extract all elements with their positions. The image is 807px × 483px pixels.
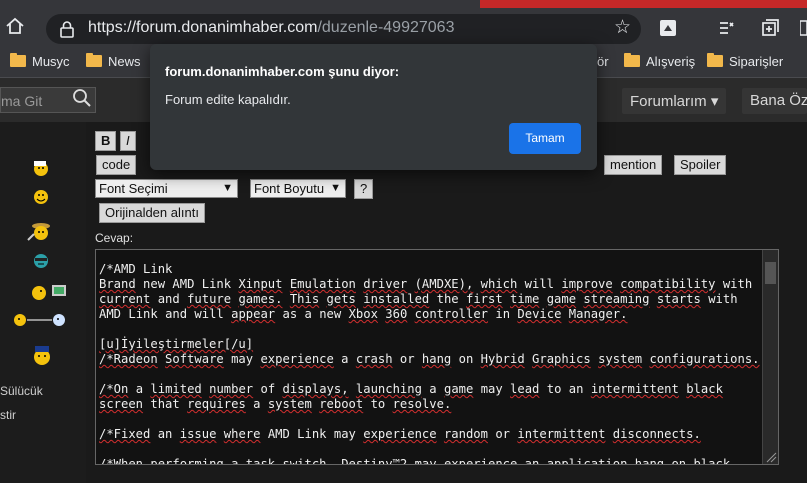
more-menu-icon[interactable] — [799, 18, 807, 38]
text-line: /*On a limited number of displays, launc… — [99, 382, 723, 396]
folder-icon — [10, 53, 26, 67]
sidebar-text-2[interactable]: stir — [0, 408, 16, 422]
code-button[interactable]: code — [96, 155, 137, 175]
message-textarea[interactable]: /*AMD Link Brand new AMD Link Xinput Emul… — [95, 249, 779, 465]
search-icon[interactable] — [72, 88, 92, 108]
bookmark-siparisler[interactable]: Siparişler — [707, 53, 784, 69]
bookmark-label: Siparişler — [729, 54, 784, 69]
help-button[interactable]: ? — [354, 179, 374, 199]
star-icon[interactable]: ☆ — [614, 18, 634, 38]
browser-toolbar: https://forum.donanimhaber.com/duzenle-4… — [0, 0, 807, 46]
text-line — [99, 322, 760, 337]
bookmark-alisveris[interactable]: Alışveriş — [624, 53, 696, 69]
folder-icon — [707, 53, 723, 67]
url-host: https://forum.donanimhaber.com — [88, 19, 318, 36]
sidebar-text-1[interactable]: Sülücük — [0, 384, 43, 398]
collections-icon[interactable] — [760, 18, 780, 38]
url-text[interactable]: https://forum.donanimhaber.com/duzenle-4… — [88, 19, 454, 37]
bookmark-label: Alışveriş — [646, 54, 696, 69]
message-text: /*AMD Link Brand new AMD Link Xinput Emul… — [99, 262, 760, 465]
answer-label: Cevap: — [95, 231, 134, 245]
text-line: current and future games. This gets inst… — [99, 292, 738, 306]
bookmark-musyc[interactable]: Musyc — [10, 53, 70, 69]
font-size-value: Font Boyutu — [254, 181, 325, 196]
font-size-select[interactable]: Font Boyutu ▼ — [250, 179, 346, 198]
text-line: /*When performing a task switch, Destiny… — [99, 457, 731, 465]
smiley-police-icon[interactable] — [30, 342, 54, 368]
bold-button[interactable]: B — [95, 131, 117, 151]
extension-icon[interactable] — [658, 18, 678, 38]
bookmark-label: ör — [597, 54, 609, 69]
home-icon[interactable] — [4, 15, 28, 39]
smiley-computer-icon[interactable] — [30, 282, 70, 304]
mention-button[interactable]: mention — [604, 155, 663, 175]
text-line: screen that requires a system reboot to … — [99, 397, 452, 411]
font-select[interactable]: Font Seçimi ▼ — [95, 179, 238, 198]
smiley-panel: Sülücük stir — [0, 122, 86, 483]
smiley-icon[interactable] — [30, 186, 52, 208]
smiley-fight-icon[interactable] — [12, 310, 68, 332]
post-editor: B I code mention Spoiler Font Seçimi ▼ Fo… — [86, 122, 807, 483]
bookmark-label: News — [108, 54, 141, 69]
textarea-scrollbar[interactable] — [762, 250, 778, 464]
smiley-cowboy-icon[interactable] — [26, 220, 50, 242]
alert-dialog: forum.donanimhaber.com şunu diyor: Forum… — [150, 44, 597, 170]
lock-icon[interactable] — [58, 20, 76, 38]
bookmark-label: Musyc — [32, 54, 70, 69]
text-line: /*Fixed an issue where AMD Link may expe… — [99, 427, 701, 441]
text-line: /*AMD Link — [99, 262, 173, 276]
chevron-down-icon: ▼ — [222, 182, 233, 194]
text-line — [99, 412, 760, 427]
text-line: [u]İyileştirmeler[/u] — [99, 337, 254, 351]
nav-forumlarim[interactable]: Forumlarım ▾ — [622, 88, 727, 114]
smiley-icon[interactable] — [30, 158, 52, 180]
address-bar[interactable]: https://forum.donanimhaber.com/duzenle-4… — [46, 14, 641, 44]
chevron-down-icon: ▼ — [330, 182, 341, 194]
scrollbar-thumb[interactable] — [765, 262, 776, 284]
search-placeholder: ma Git — [1, 93, 43, 109]
folder-icon — [624, 53, 640, 67]
tab-strip-accent — [480, 0, 807, 8]
dialog-message: Forum edite kapalıdır. — [165, 92, 291, 107]
text-line — [99, 367, 760, 382]
quote-original-button[interactable]: Orijinalden alıntı — [99, 203, 205, 223]
folder-icon — [86, 53, 102, 67]
url-path: /duzenle-49927063 — [317, 19, 455, 36]
font-select-value: Font Seçimi — [99, 181, 168, 196]
spoiler-button[interactable]: Spoiler — [674, 155, 727, 175]
resize-grip-icon[interactable] — [764, 450, 777, 463]
bookmark-news[interactable]: News — [86, 53, 141, 69]
bookmark-partial[interactable]: ör — [597, 54, 609, 69]
ok-button[interactable]: Tamam — [509, 123, 581, 154]
reading-list-icon[interactable] — [716, 18, 736, 38]
italic-button[interactable]: I — [120, 131, 136, 151]
smiley-icon[interactable] — [30, 250, 52, 272]
text-line — [99, 442, 760, 457]
text-line: /*Radeon Software may experience a crash… — [99, 352, 760, 366]
dialog-title: forum.donanimhaber.com şunu diyor: — [165, 64, 400, 79]
nav-bana-ozel[interactable]: Bana Öz — [742, 88, 807, 114]
text-line: Brand new AMD Link Xinput Emulation driv… — [99, 277, 753, 291]
text-line: AMD Link and will appear as a new Xbox 3… — [99, 307, 628, 321]
